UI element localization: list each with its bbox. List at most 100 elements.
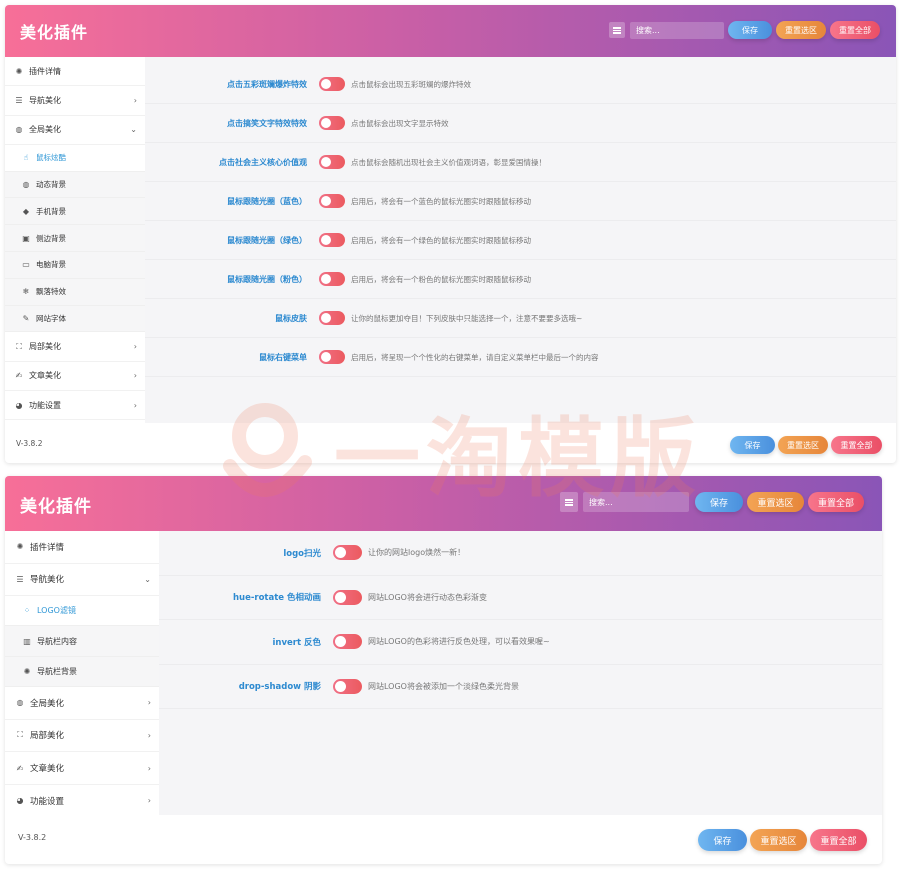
setting-description: 点击鼠标会随机出现社会主义价值观词语，彰显爱国情操！ [351, 157, 546, 167]
search-input[interactable] [583, 492, 689, 512]
sidebar-item-3[interactable]: ⁘ LOGO滤镜 [5, 596, 159, 627]
chevron-right-icon[interactable]: › [134, 342, 137, 351]
save-button[interactable]: 保存 [730, 436, 775, 454]
chevron-down-icon[interactable]: ⌄ [144, 575, 151, 584]
sidebar-item-1[interactable]: ✺ 插件详情 [5, 57, 145, 87]
fan-icon: ✺ [15, 66, 23, 76]
reset-all-button[interactable]: 重置全部 [831, 436, 882, 454]
reset-section-button[interactable]: 重置选区 [747, 492, 804, 512]
chevron-down-icon[interactable]: ⌄ [130, 125, 137, 134]
sidebar-item-5[interactable]: ✺ 导航栏背景 [5, 656, 159, 688]
setting-toggle[interactable] [319, 233, 345, 247]
sidebar-item-4[interactable]: ▥ 导航栏内容 [5, 626, 159, 657]
sidebar-item-8[interactable]: ▭ 电脑背景 [5, 252, 145, 279]
setting-description: 启用后，将会有一个绿色的鼠标光圈实时跟随鼠标移动 [351, 235, 531, 245]
fan-icon: ✺ [23, 666, 31, 676]
setting-toggle[interactable] [333, 545, 362, 561]
reset-section-button[interactable]: 重置选区 [776, 21, 826, 39]
toggle-knob [321, 235, 331, 245]
reset-all-button[interactable]: 重置全部 [830, 21, 880, 39]
panel-title: 美化插件 [20, 23, 89, 42]
setting-description: 让你的鼠标更加夺目！下列皮肤中只能选择一个，注意不要要多选哦~ [351, 313, 583, 323]
setting-row: logo扫光 让你的网站logo焕然一新！ [159, 531, 882, 576]
settings-content: logo扫光 让你的网站logo焕然一新！ hue-rotate 色相动画 网站LOG… [159, 531, 882, 815]
save-button[interactable]: 保存 [698, 829, 747, 851]
setting-toggle[interactable] [319, 155, 345, 169]
sidebar-item-8[interactable]: ✍ 文章美化 › [5, 752, 159, 785]
sidebar-item-6[interactable]: ◆ 手机背景 [5, 198, 145, 226]
reset-section-button[interactable]: 重置选区 [778, 436, 828, 454]
setting-toggle[interactable] [333, 678, 362, 694]
spinner-icon: ⁘ [23, 606, 31, 616]
setting-toggle[interactable] [319, 116, 345, 130]
setting-label: drop-shadow 阴影 [238, 682, 321, 693]
sidebar-item-1[interactable]: ✺ 插件详情 [5, 531, 159, 564]
chevron-right-icon[interactable]: › [148, 796, 151, 805]
save-button[interactable]: 保存 [695, 492, 743, 512]
chevron-right-icon[interactable]: › [148, 764, 151, 773]
chevron-right-icon[interactable]: › [134, 96, 137, 105]
panel-header: 美化插件 保存 重置选区 重置全部 [5, 5, 896, 57]
chevron-right-icon[interactable]: › [148, 731, 151, 740]
setting-toggle[interactable] [319, 272, 345, 286]
setting-toggle[interactable] [319, 77, 345, 91]
sidebar-item-11[interactable]: ⛶ 局部美化 › [5, 332, 145, 362]
sidebar-item-2[interactable]: ☰ 导航美化 › [5, 86, 145, 116]
toggle-knob [321, 157, 331, 167]
version-label: V-3.8.2 [18, 833, 47, 842]
sidebar-item-7[interactable]: ▣ 侧边背景 [5, 225, 145, 253]
menu-icon[interactable] [609, 22, 625, 38]
setting-toggle[interactable] [319, 311, 345, 325]
sidebar-item-2[interactable]: ☰ 导航美化 ⌄ [5, 564, 159, 597]
pencil-icon: ✎ [22, 314, 30, 324]
setting-row: 点击社会主义核心价值观 点击鼠标会随机出现社会主义价值观词语，彰显爱国情操！ [145, 143, 896, 182]
sidebar-item-7[interactable]: ⛶ 局部美化 › [5, 720, 159, 753]
sidebar-item-label: 插件详情 [30, 542, 65, 553]
sidebar-item-10[interactable]: ✎ 网站字体 [5, 305, 145, 333]
menu-icon[interactable] [560, 492, 578, 512]
sidebar-item-label: 局部美化 [30, 731, 65, 742]
sidebar-item-3[interactable]: ◍ 全局美化 ⌄ [5, 116, 145, 145]
sidebar-nav: ✺ 插件详情 ☰ 导航美化 › ◍ 全局美化 ⌄ ☝ 鼠标炫酷 ◍ 动态背景 ◆ 手机背景 ▣ 侧边背景 ▭ 电脑… [5, 57, 145, 423]
globe-icon: ◍ [15, 125, 23, 135]
setting-label: 鼠标右键菜单 [259, 352, 307, 362]
setting-row: invert 反色 网站LOGO的色彩将进行反色处理，可以看效果喔~ [159, 620, 882, 665]
sidebar-item-label: 局部美化 [29, 342, 61, 352]
setting-toggle[interactable] [333, 634, 362, 650]
reset-all-button[interactable]: 重置全部 [808, 492, 864, 512]
sidebar-item-9[interactable]: ❄ 飘落特效 [5, 278, 145, 306]
toggle-knob [335, 547, 346, 559]
setting-label: 点击搞笑文字特效特效 [227, 118, 307, 128]
settings-content: 点击五彩斑斓爆炸特效 点击鼠标会出现五彩斑斓的爆炸特效 点击搞笑文字特效特效 点击鼠标… [145, 57, 896, 423]
setting-description: 点击鼠标会出现五彩斑斓的爆炸特效 [351, 79, 471, 89]
chevron-right-icon[interactable]: › [134, 401, 137, 410]
sidebar-item-12[interactable]: ✍ 文章美化 › [5, 362, 145, 392]
search-input[interactable] [630, 21, 724, 39]
sidebar-item-5[interactable]: ◍ 动态背景 [5, 171, 145, 199]
setting-toggle[interactable] [319, 350, 345, 364]
setting-toggle[interactable] [319, 194, 345, 208]
setting-toggle[interactable] [333, 589, 362, 605]
sidebar-item-label: 文章美化 [29, 371, 61, 381]
sidebar-item-label: 全局美化 [30, 698, 65, 709]
diamond-icon: ◆ [22, 206, 30, 216]
toggle-knob [321, 196, 331, 206]
save-button[interactable]: 保存 [728, 21, 772, 39]
setting-description: 网站LOGO将会进行动态色彩渐变 [368, 592, 487, 602]
edit-icon: ✍ [15, 371, 23, 381]
setting-description: 点击鼠标会出现文字显示特效 [351, 118, 449, 128]
reset-all-button[interactable]: 重置全部 [810, 829, 867, 851]
sidebar-item-13[interactable]: ◕ 功能设置 › [5, 391, 145, 421]
sidebar-item-4[interactable]: ☝ 鼠标炫酷 [5, 144, 145, 172]
header-toolbar: 保存 重置选区 重置全部 [609, 21, 880, 39]
sidebar-item-6[interactable]: ◍ 全局美化 › [5, 687, 159, 720]
sidebar-item-label: 电脑背景 [36, 260, 66, 270]
list-icon: ☰ [16, 574, 24, 584]
chevron-right-icon[interactable]: › [134, 371, 137, 380]
setting-row: 鼠标跟随光圈（粉色） 启用后，将会有一个粉色的鼠标光圈实时跟随鼠标移动 [145, 260, 896, 299]
setting-label: 鼠标跟随光圈（粉色） [227, 274, 307, 284]
sidebar-item-label: 全局美化 [29, 125, 61, 135]
reset-section-button[interactable]: 重置选区 [750, 829, 807, 851]
sidebar-item-9[interactable]: ◕ 功能设置 › [5, 785, 159, 818]
chevron-right-icon[interactable]: › [148, 698, 151, 707]
